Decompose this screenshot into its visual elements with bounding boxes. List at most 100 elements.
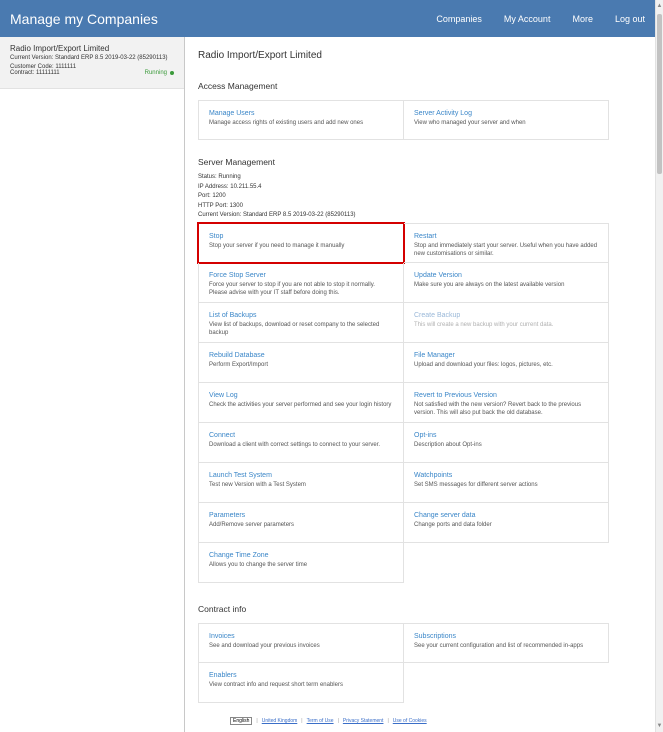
force-stop-server-card[interactable]: Force Stop Server Force your server to s… <box>198 263 404 303</box>
status-text: Running <box>144 70 167 76</box>
footer-separator: | <box>256 718 258 724</box>
footer-separator: | <box>387 718 389 724</box>
card-description: Stop and immediately start your server. … <box>414 243 598 258</box>
stop-link[interactable]: Stop <box>209 233 393 240</box>
footer: English | United Kingdom | Term of Use |… <box>230 717 427 725</box>
nav-my-account[interactable]: My Account <box>504 14 551 24</box>
scroll-down-icon[interactable]: ▼ <box>656 721 663 731</box>
subscriptions-link[interactable]: Subscriptions <box>414 633 598 640</box>
rebuild-database-link[interactable]: Rebuild Database <box>209 352 393 359</box>
card-description: Description about Opt-ins <box>414 442 482 448</box>
view-log-link[interactable]: View Log <box>209 392 393 399</box>
footer-separator: | <box>301 718 303 724</box>
server-activity-log-card[interactable]: Server Activity Log View who managed you… <box>404 100 609 140</box>
enablers-card[interactable]: Enablers View contract info and request … <box>198 663 404 703</box>
card-description: View list of backups, download or reset … <box>209 322 380 337</box>
language-select[interactable]: English <box>230 717 253 725</box>
server-management-title: Server Management <box>198 157 276 167</box>
card-description: Stop your server if you need to manage i… <box>209 243 345 249</box>
opt-ins-card[interactable]: Opt-ins Description about Opt-ins <box>404 423 609 463</box>
contract-grid: Invoices See and download your previous … <box>198 623 609 703</box>
empty-cell <box>404 663 609 703</box>
card-description: Make sure you are always on the latest a… <box>414 282 565 288</box>
update-version-card[interactable]: Update Version Make sure you are always … <box>404 263 609 303</box>
empty-cell <box>404 543 609 583</box>
status-dot-icon <box>170 71 174 75</box>
nav-more[interactable]: More <box>572 14 593 24</box>
invoices-link[interactable]: Invoices <box>209 633 393 640</box>
server-current-version: Current Version: Standard ERP 8.5 2019-0… <box>198 212 356 218</box>
scrollbar-thumb[interactable] <box>657 14 662 174</box>
parameters-card[interactable]: Parameters Add/Remove server parameters <box>198 503 404 543</box>
card-description: Add/Remove server parameters <box>209 522 295 528</box>
top-nav: Companies My Account More Log out <box>414 14 655 24</box>
change-time-zone-link[interactable]: Change Time Zone <box>209 552 393 559</box>
footer-link-term-of-use[interactable]: Term of Use <box>307 718 334 724</box>
access-management-title: Access Management <box>198 81 278 91</box>
enablers-link[interactable]: Enablers <box>209 672 393 679</box>
access-grid: Manage Users Manage access rights of exi… <box>198 100 609 140</box>
subscriptions-card[interactable]: Subscriptions See your current configura… <box>404 623 609 663</box>
update-version-link[interactable]: Update Version <box>414 272 598 279</box>
connect-link[interactable]: Connect <box>209 432 393 439</box>
footer-separator: | <box>337 718 339 724</box>
server-activity-log-link[interactable]: Server Activity Log <box>414 110 598 117</box>
card-description: This will create a new backup with your … <box>414 322 554 328</box>
view-log-card[interactable]: View Log Check the activities your serve… <box>198 383 404 423</box>
invoices-card[interactable]: Invoices See and download your previous … <box>198 623 404 663</box>
card-description: Force your server to stop if you are not… <box>209 282 375 297</box>
server-status: Status: Running <box>198 174 241 180</box>
manage-users-card[interactable]: Manage Users Manage access rights of exi… <box>198 100 404 140</box>
change-time-zone-card[interactable]: Change Time Zone Allows you to change th… <box>198 543 404 583</box>
top-bar: Manage my Companies Companies My Account… <box>0 0 655 37</box>
stop-card[interactable]: Stop Stop your server if you need to man… <box>197 222 405 264</box>
list-of-backups-link[interactable]: List of Backups <box>209 312 393 319</box>
server-grid: Stop Stop your server if you need to man… <box>197 222 609 583</box>
card-description: Upload and download your files: logos, p… <box>414 362 553 368</box>
restart-link[interactable]: Restart <box>414 233 598 240</box>
server-ip: IP Address: 10.211.55.4 <box>198 183 262 190</box>
create-backup-card: Create Backup This will create a new bac… <box>404 303 609 343</box>
opt-ins-link[interactable]: Opt-ins <box>414 432 598 439</box>
card-description: See your current configuration and list … <box>414 643 584 649</box>
card-description: Manage access rights of existing users a… <box>209 120 364 126</box>
server-info: Status: Running IP Address: 10.211.55.4 … <box>198 173 356 221</box>
file-manager-card[interactable]: File Manager Upload and download your fi… <box>404 343 609 383</box>
launch-test-system-link[interactable]: Launch Test System <box>209 472 393 479</box>
brand-title[interactable]: Manage my Companies <box>0 11 414 27</box>
file-manager-link[interactable]: File Manager <box>414 352 598 359</box>
page-title: Radio Import/Export Limited <box>198 50 322 61</box>
company-version: Current Version: Standard ERP 8.5 2019-0… <box>10 55 168 61</box>
footer-link-united-kingdom[interactable]: United Kingdom <box>262 718 298 724</box>
change-server-data-link[interactable]: Change server data <box>414 512 598 519</box>
card-description: See and download your previous invoices <box>209 643 320 649</box>
page-scrollbar[interactable]: ▲ ▼ <box>655 0 663 732</box>
watchpoints-card[interactable]: Watchpoints Set SMS messages for differe… <box>404 463 609 503</box>
rebuild-database-card[interactable]: Rebuild Database Perform Export/Import <box>198 343 404 383</box>
nav-log-out[interactable]: Log out <box>615 14 645 24</box>
contract-info-title: Contract info <box>198 604 247 614</box>
restart-card[interactable]: Restart Stop and immediately start your … <box>404 223 609 263</box>
list-of-backups-card[interactable]: List of Backups View list of backups, do… <box>198 303 404 343</box>
force-stop-server-link[interactable]: Force Stop Server <box>209 272 393 279</box>
sidebar: Radio Import/Export Limited Current Vers… <box>0 37 185 732</box>
nav-companies[interactable]: Companies <box>436 14 482 24</box>
manage-users-link[interactable]: Manage Users <box>209 110 393 117</box>
parameters-link[interactable]: Parameters <box>209 512 393 519</box>
card-description: Check the activities your server perform… <box>209 402 392 408</box>
launch-test-system-card[interactable]: Launch Test System Test new Version with… <box>198 463 404 503</box>
company-card[interactable]: Radio Import/Export Limited Current Vers… <box>0 37 184 89</box>
card-description: Download a client with correct settings … <box>209 442 381 448</box>
watchpoints-link[interactable]: Watchpoints <box>414 472 598 479</box>
card-description: Not satisfied with the new version? Reve… <box>414 402 582 417</box>
card-description: Set SMS messages for different server ac… <box>414 482 538 488</box>
revert-version-link[interactable]: Revert to Previous Version <box>414 392 598 399</box>
company-name: Radio Import/Export Limited <box>10 44 110 53</box>
scroll-up-icon[interactable]: ▲ <box>656 1 663 11</box>
footer-link-privacy-statement[interactable]: Privacy Statement <box>343 718 384 724</box>
revert-version-card[interactable]: Revert to Previous Version Not satisfied… <box>404 383 609 423</box>
card-description: View who managed your server and when <box>414 120 526 126</box>
connect-card[interactable]: Connect Download a client with correct s… <box>198 423 404 463</box>
change-server-data-card[interactable]: Change server data Change ports and data… <box>404 503 609 543</box>
footer-link-use-of-cookies[interactable]: Use of Cookies <box>393 718 427 724</box>
